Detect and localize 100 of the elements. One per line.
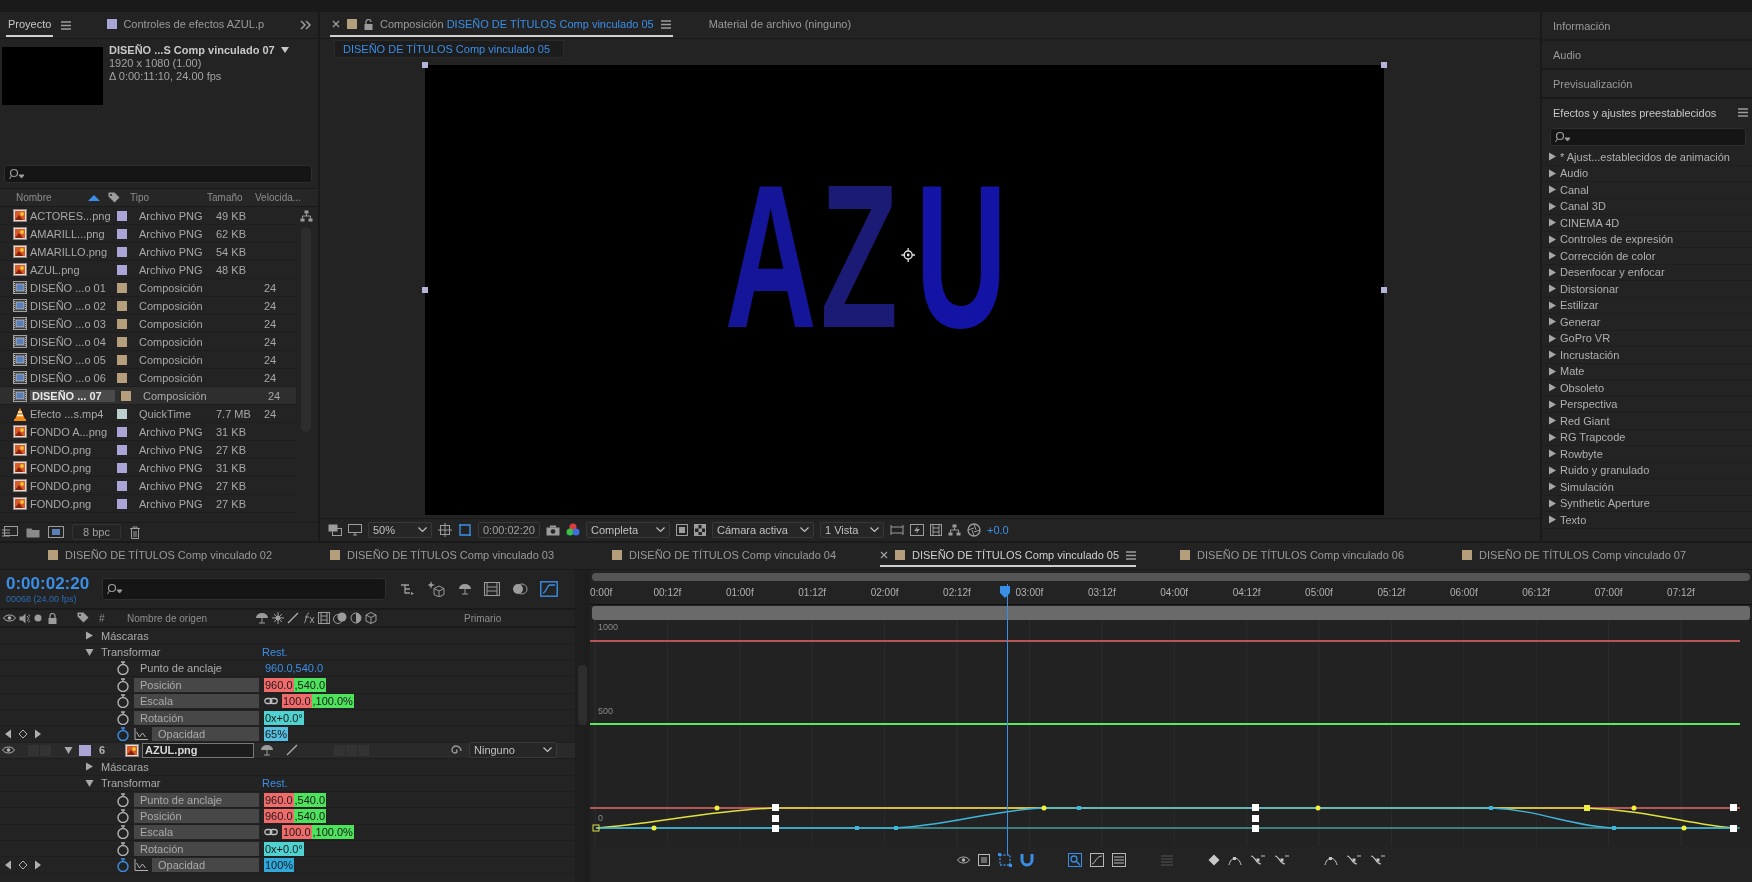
keyframe-diamond-icon[interactable] [1207,854,1220,867]
panel-tab[interactable]: Proyecto [6,13,54,37]
parent-dropdown[interactable]: Ninguno [469,742,557,759]
zoom-dropdown[interactable]: 50% [368,522,432,538]
stopwatch-icon[interactable] [116,694,130,709]
transparency-grid-icon[interactable] [694,524,706,536]
previous-keyframe-icon[interactable] [4,729,12,740]
collapse-icon[interactable] [272,612,284,624]
composition-tab[interactable]: DISEÑO DE TÍTULOS Comp vinculado 07 [1462,545,1731,567]
eye-icon[interactable] [3,614,16,622]
effect-category[interactable]: Desenfocar y enfocar [1542,264,1752,281]
folder-icon[interactable] [26,526,40,538]
ease-icon[interactable] [1369,854,1386,867]
effect-icon[interactable] [302,612,315,624]
work-area-bar[interactable] [592,605,1750,620]
property-value[interactable]: 100.0 [282,694,312,709]
search-field[interactable] [102,578,386,600]
property-value[interactable]: ,100.0% [311,694,354,709]
quality-icon[interactable] [286,744,298,757]
project-item[interactable]: AMARILL...png Archivo PNG 62 KB [0,225,296,243]
property-name[interactable]: Opacidad [152,858,259,873]
exposure-value[interactable]: +0.0 [987,524,1009,536]
grid-guides-icon[interactable] [438,523,452,537]
transform-handle[interactable] [1380,62,1387,68]
project-item[interactable]: Efecto ...s.mp4 QuickTime 7.7 MB 24 [0,405,296,423]
property-name[interactable]: Opacidad [152,727,259,742]
draft-3d-icon[interactable] [428,581,446,597]
stopwatch-icon[interactable] [116,661,130,676]
exposure-reset-icon[interactable] [967,523,981,537]
effect-category[interactable]: Controles de expresión [1542,231,1752,248]
ease-icon[interactable] [1273,854,1290,867]
timecode-field[interactable]: 0:00:02:20 [478,522,540,538]
effect-category[interactable]: Incrustación [1542,347,1752,364]
transform-handle[interactable] [1380,287,1387,293]
pick-whip-icon[interactable] [450,744,462,757]
project-item[interactable]: FONDO A...png Archivo PNG 31 KB [0,423,296,441]
next-keyframe-icon[interactable] [34,860,42,871]
stopwatch-icon[interactable] [116,858,130,873]
property-value[interactable]: 960.0,540.0 [264,661,325,676]
link-icon[interactable] [264,697,278,706]
property-value[interactable]: ,540.0 [293,792,327,807]
solo-icon[interactable] [34,614,42,622]
project-item[interactable]: FONDO.png Archivo PNG 27 KB [0,495,296,513]
fit-selection-icon[interactable] [1089,853,1104,868]
viewer-tab[interactable]: Composición DISEÑO DE TÍTULOS Comp vinculado 05 [330,13,673,37]
project-item[interactable]: AZUL.png Archivo PNG 48 KB [0,261,296,279]
expand-triangle-icon[interactable] [85,762,94,772]
panel-tab[interactable]: Controles de efectos AZUL.p [105,13,267,37]
lock-icon[interactable] [364,18,373,30]
transform-handle[interactable] [421,287,428,293]
bezier-handle-icon[interactable] [1323,854,1338,867]
stopwatch-icon[interactable] [116,792,130,807]
shy-icon[interactable] [255,612,269,624]
flowchart-icon[interactable] [948,524,961,536]
column-header[interactable]: Velocida... [255,192,302,203]
column-header[interactable]: Primario [464,612,502,624]
camera-icon[interactable] [546,524,560,536]
eye-icon[interactable] [956,856,970,865]
menu-icon[interactable] [660,19,671,29]
menu-icon[interactable] [1126,550,1137,560]
list-icon[interactable] [977,854,990,867]
property-name[interactable]: Escala [134,825,259,840]
composition-tab[interactable]: DISEÑO DE TÍTULOS Comp vinculado 03 [330,545,598,567]
menu-icon[interactable] [1738,108,1748,117]
column-header[interactable]: # [99,612,127,624]
property-name[interactable]: Punto de anclaje [134,792,259,807]
interpret-footage-icon[interactable] [2,526,18,538]
property-value[interactable]: 0x+0.0° [264,710,304,725]
property-value[interactable]: ,100.0% [311,825,354,840]
effect-category[interactable]: Corrección de color [1542,248,1752,265]
more-panels-icon[interactable] [300,20,312,30]
layers-icon[interactable] [328,524,342,536]
effect-category[interactable]: Synthetic Aperture [1542,495,1752,512]
stopwatch-icon[interactable] [116,710,130,725]
label-swatch[interactable] [79,744,91,756]
dropdown-caret-icon[interactable] [280,47,289,53]
next-keyframe-icon[interactable] [34,729,42,740]
property-name[interactable]: Rotación [134,710,259,725]
property-name[interactable]: Punto de anclaje [134,661,259,676]
composition-breadcrumb[interactable]: DISEÑO DE TÍTULOS Comp vinculado 05 [334,40,564,58]
label-icon[interactable] [77,612,89,624]
reset-link[interactable]: Rest. [262,777,288,790]
effect-category[interactable]: RG Trapcode [1542,429,1752,446]
eye-icon[interactable] [2,746,15,755]
composition-tab[interactable]: DISEÑO DE TÍTULOS Comp vinculado 05 [880,545,1137,567]
effect-category[interactable]: Obsoleto [1542,380,1752,397]
effect-category[interactable]: Red Giant [1542,413,1752,430]
expand-triangle-icon[interactable] [85,647,94,657]
add-keyframe-icon[interactable] [18,860,28,871]
transform-handle[interactable] [421,62,428,68]
snap-magnet-icon[interactable] [1019,853,1034,868]
project-item[interactable]: DISEÑO ...o 04 Composición 24 [0,333,296,351]
ease-icon[interactable] [1249,854,1266,867]
project-item[interactable]: AMARILLO.png Archivo PNG 54 KB [0,243,296,261]
link-icon[interactable] [264,828,278,837]
selection-box-icon[interactable] [997,853,1012,868]
graph-toggle-icon[interactable] [134,859,148,872]
effect-category[interactable]: Rowbyte [1542,446,1752,463]
effect-category[interactable]: Distorsionar [1542,281,1752,298]
property-name[interactable]: Escala [134,694,259,709]
